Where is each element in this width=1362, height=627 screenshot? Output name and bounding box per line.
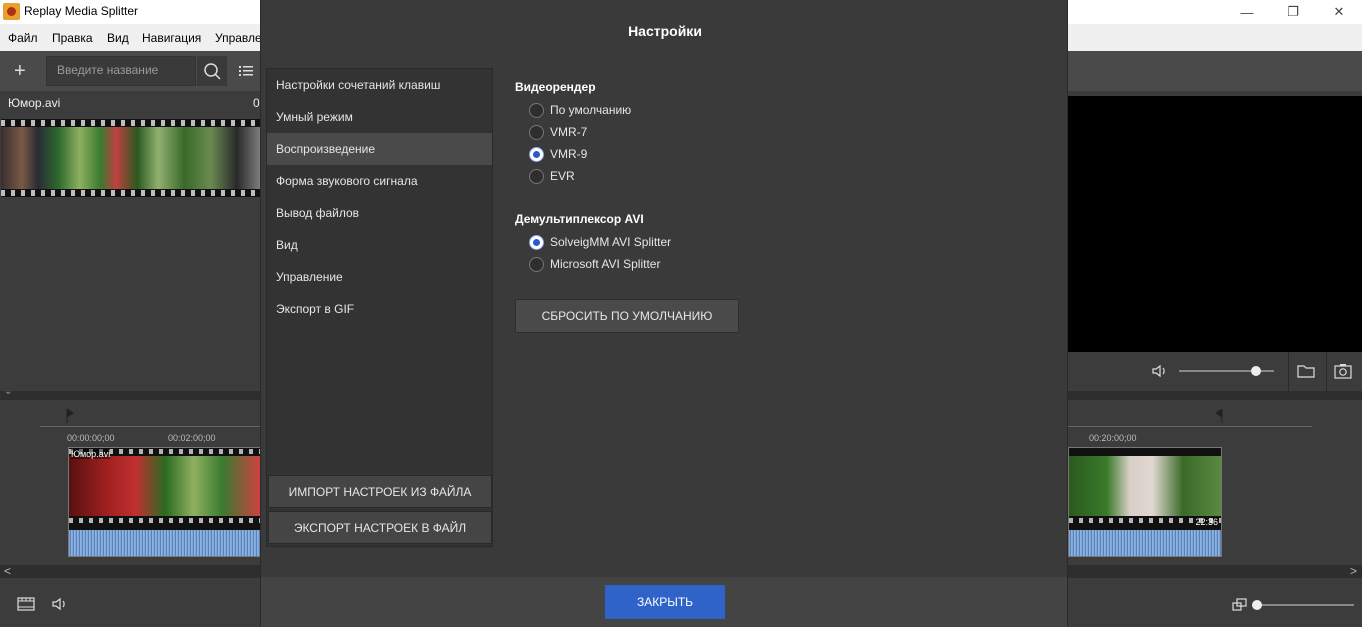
radio-label: Microsoft AVI Splitter [550,257,661,271]
radio-button-selected[interactable] [529,146,544,162]
clip-frames [69,456,261,516]
clip-name: Юмор.avi [71,449,111,459]
menu-control[interactable]: Управле [215,31,262,45]
search-box [46,56,196,86]
zoom-slider-thumb[interactable] [1252,600,1262,610]
settings-dialog: Настройки Настройки сочетаний клавиш Умн… [260,0,1068,627]
nav-item-control[interactable]: Управление [267,261,492,293]
radio-label: VMR-7 [550,125,588,139]
radio-label: VMR-9 [550,147,588,161]
search-button[interactable] [197,56,227,86]
nav-item-hotkeys[interactable]: Настройки сочетаний клавиш [267,69,492,101]
nav-item-gif-export[interactable]: Экспорт в GIF [267,293,492,325]
close-dialog-button[interactable]: ЗАКРЫТЬ [605,585,725,619]
audio-waveform [69,530,261,556]
tick-label: 00:02:00;00 [168,433,216,443]
end-marker-icon[interactable] [1216,409,1224,423]
media-thumbnail[interactable] [1,119,263,197]
close-window-button[interactable]: ✕ [1316,0,1362,24]
radio-button[interactable] [529,168,544,184]
import-settings-button[interactable]: ИМПОРТ НАСТРОЕК ИЗ ФАЙЛА [268,475,492,508]
settings-content: Видеорендер По умолчанию VMR-7 VMR-9 EVR… [515,68,1055,547]
radio-button-selected[interactable] [529,234,544,250]
timeline-clip[interactable]: Юмор.avi [68,447,262,557]
snapshot-icon[interactable] [1334,363,1352,379]
volume-icon[interactable] [1152,364,1168,378]
search-icon [204,63,221,80]
timeline-ruler [1068,426,1312,427]
player-controls [1068,352,1362,391]
radio-button[interactable] [529,256,544,272]
video-track-icon[interactable] [17,597,35,611]
video-preview[interactable] [1068,96,1362,352]
collapse-icon[interactable]: ⌄ [4,386,12,397]
film-perforation [1,190,263,196]
radio-label: EVR [550,169,575,183]
nav-item-file-output[interactable]: Вывод файлов [267,197,492,229]
radio-button[interactable] [529,124,544,140]
timeline-clip[interactable]: 22:36 [1068,447,1222,557]
zoom-out-icon[interactable] [1232,598,1248,612]
clip-duration: 22:36 [1195,517,1218,527]
volume-slider-thumb[interactable] [1251,366,1261,376]
search-input[interactable] [57,63,192,77]
dialog-title: Настройки [628,23,702,39]
zoom-slider[interactable] [1252,600,1354,610]
scroll-left-button[interactable]: < [4,564,11,578]
window-title: Replay Media Splitter [24,4,139,18]
radio-label: SolveigMM AVI Splitter [550,235,672,249]
media-file-name: Юмор.avi [8,96,61,110]
video-renderer-title: Видеорендер [515,80,596,94]
menu-navigation[interactable]: Навигация [142,31,201,45]
tick-label: 00:20:00;00 [1089,433,1137,443]
radio-renderer-vmr7[interactable]: VMR-7 [529,123,587,141]
add-media-button[interactable]: + [14,61,26,81]
clip-frames [1069,456,1221,516]
volume-slider[interactable] [1179,366,1274,376]
nav-item-view[interactable]: Вид [267,229,492,261]
radio-renderer-evr[interactable]: EVR [529,167,575,185]
start-marker-icon[interactable] [66,409,74,423]
maximize-button[interactable]: ❐ [1270,0,1316,24]
film-perforation [1,120,263,126]
tick-label: 00:00:00;00 [67,433,115,443]
menu-file[interactable]: Файл [8,31,38,45]
folder-icon[interactable] [1297,364,1315,378]
film-perforation [69,518,261,523]
radio-demuxer-solveigmm[interactable]: SolveigMM AVI Splitter [529,233,671,251]
menu-view[interactable]: Вид [107,31,129,45]
minimize-button[interactable]: — [1224,0,1270,24]
reset-defaults-button[interactable]: СБРОСИТЬ ПО УМОЛЧАНИЮ [515,299,739,333]
menu-edit[interactable]: Правка [52,31,93,45]
media-counter: 0 [253,96,260,110]
nav-item-waveform[interactable]: Форма звукового сигнала [267,165,492,197]
nav-item-smart-mode[interactable]: Умный режим [267,101,492,133]
radio-renderer-vmr9[interactable]: VMR-9 [529,145,587,163]
scroll-right-button[interactable]: > [1350,564,1357,578]
settings-nav: Настройки сочетаний клавиш Умный режим В… [266,68,493,547]
export-settings-button[interactable]: ЭКСПОРТ НАСТРОЕК В ФАЙЛ [268,511,492,544]
audio-track-icon[interactable] [52,597,68,611]
radio-renderer-default[interactable]: По умолчанию [529,101,631,119]
media-library-panel: Юмор.avi 0 [0,91,263,391]
radio-label: По умолчанию [550,103,632,117]
radio-demuxer-microsoft[interactable]: Microsoft AVI Splitter [529,255,660,273]
radio-button[interactable] [529,102,544,118]
dialog-footer: ЗАКРЫТЬ [261,577,1067,627]
avi-demuxer-title: Демультиплексор AVI [515,212,644,226]
app-logo-icon [3,3,20,20]
timeline-ruler [40,426,262,427]
audio-waveform [1069,530,1221,556]
list-view-icon[interactable] [238,63,254,79]
nav-item-playback[interactable]: Воспроизведение [267,133,492,165]
video-frames [1,127,263,189]
